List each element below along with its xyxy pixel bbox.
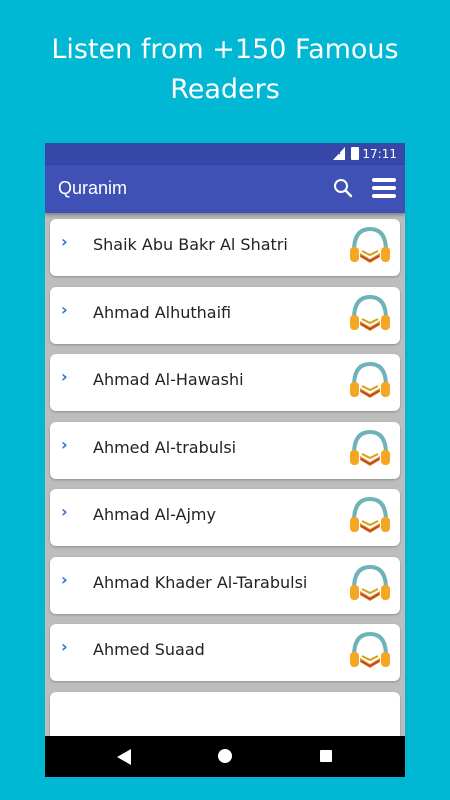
chevron-right-icon: › xyxy=(61,367,68,386)
reader-card[interactable]: › Shaik Abu Bakr Al Shatri xyxy=(50,219,400,276)
reader-card[interactable]: › Ahmad Al-Hawashi xyxy=(50,354,400,411)
reader-name: Shaik Abu Bakr Al Shatri xyxy=(93,235,288,254)
headphones-quran-icon xyxy=(347,628,393,674)
reader-name: Ahmad Khader Al-Tarabulsi xyxy=(93,572,308,592)
recent-apps-icon[interactable] xyxy=(320,750,332,762)
reader-card[interactable]: › Ahmed Al-trabulsi xyxy=(50,421,400,479)
signal-icon xyxy=(333,147,345,160)
reader-card[interactable]: › Ahmad Khader Al-Tarabulsi xyxy=(50,556,400,614)
headphones-quran-icon xyxy=(347,223,393,269)
headphones-quran-icon xyxy=(347,426,393,472)
chevron-right-icon: › xyxy=(61,569,68,589)
navigation-bar xyxy=(45,736,405,777)
status-bar: 17:11 xyxy=(45,143,405,165)
back-icon[interactable] xyxy=(117,749,131,765)
status-time: 17:11 xyxy=(362,147,397,161)
promo-heading: Listen from +150 Famous Readers xyxy=(0,30,450,110)
headphones-quran-icon xyxy=(347,493,393,539)
reader-card[interactable] xyxy=(50,691,400,736)
reader-name: Ahmad Al-Ajmy xyxy=(93,505,216,524)
chevron-right-icon: › xyxy=(61,502,68,521)
reader-list: › Shaik Abu Bakr Al Shatri › Ahmad Alhuthai… xyxy=(45,213,405,736)
hamburger-menu-icon[interactable] xyxy=(372,178,396,200)
promo-line-2: Readers xyxy=(170,74,280,105)
search-icon[interactable] xyxy=(332,177,354,199)
reader-card[interactable]: › Ahmad Al-Ajmy xyxy=(50,489,400,546)
reader-name: Ahmad Al-Hawashi xyxy=(93,370,244,389)
reader-name: Ahmad Alhuthaifi xyxy=(93,302,232,322)
battery-icon xyxy=(351,147,359,160)
chevron-right-icon: › xyxy=(61,232,68,251)
reader-name: Ahmed Al-trabulsi xyxy=(93,437,237,457)
app-title: Quranim xyxy=(58,178,128,198)
headphones-quran-icon xyxy=(347,291,393,337)
reader-name: Ahmed Suaad xyxy=(93,640,205,659)
reader-card[interactable]: › Ahmed Suaad xyxy=(50,624,400,681)
phone-screen: 17:11 Quranim › Shaik Abu Bakr Al Shatri ›… xyxy=(45,143,405,777)
headphones-quran-icon xyxy=(347,358,393,404)
chevron-right-icon: › xyxy=(61,637,68,656)
home-icon[interactable] xyxy=(218,749,232,763)
chevron-right-icon: › xyxy=(61,299,68,319)
promo-line-1: Listen from +150 Famous xyxy=(51,34,399,65)
headphones-quran-icon xyxy=(347,561,393,607)
reader-card[interactable]: › Ahmad Alhuthaifi xyxy=(50,286,400,344)
app-bar: Quranim xyxy=(45,165,405,213)
chevron-right-icon: › xyxy=(61,434,68,454)
